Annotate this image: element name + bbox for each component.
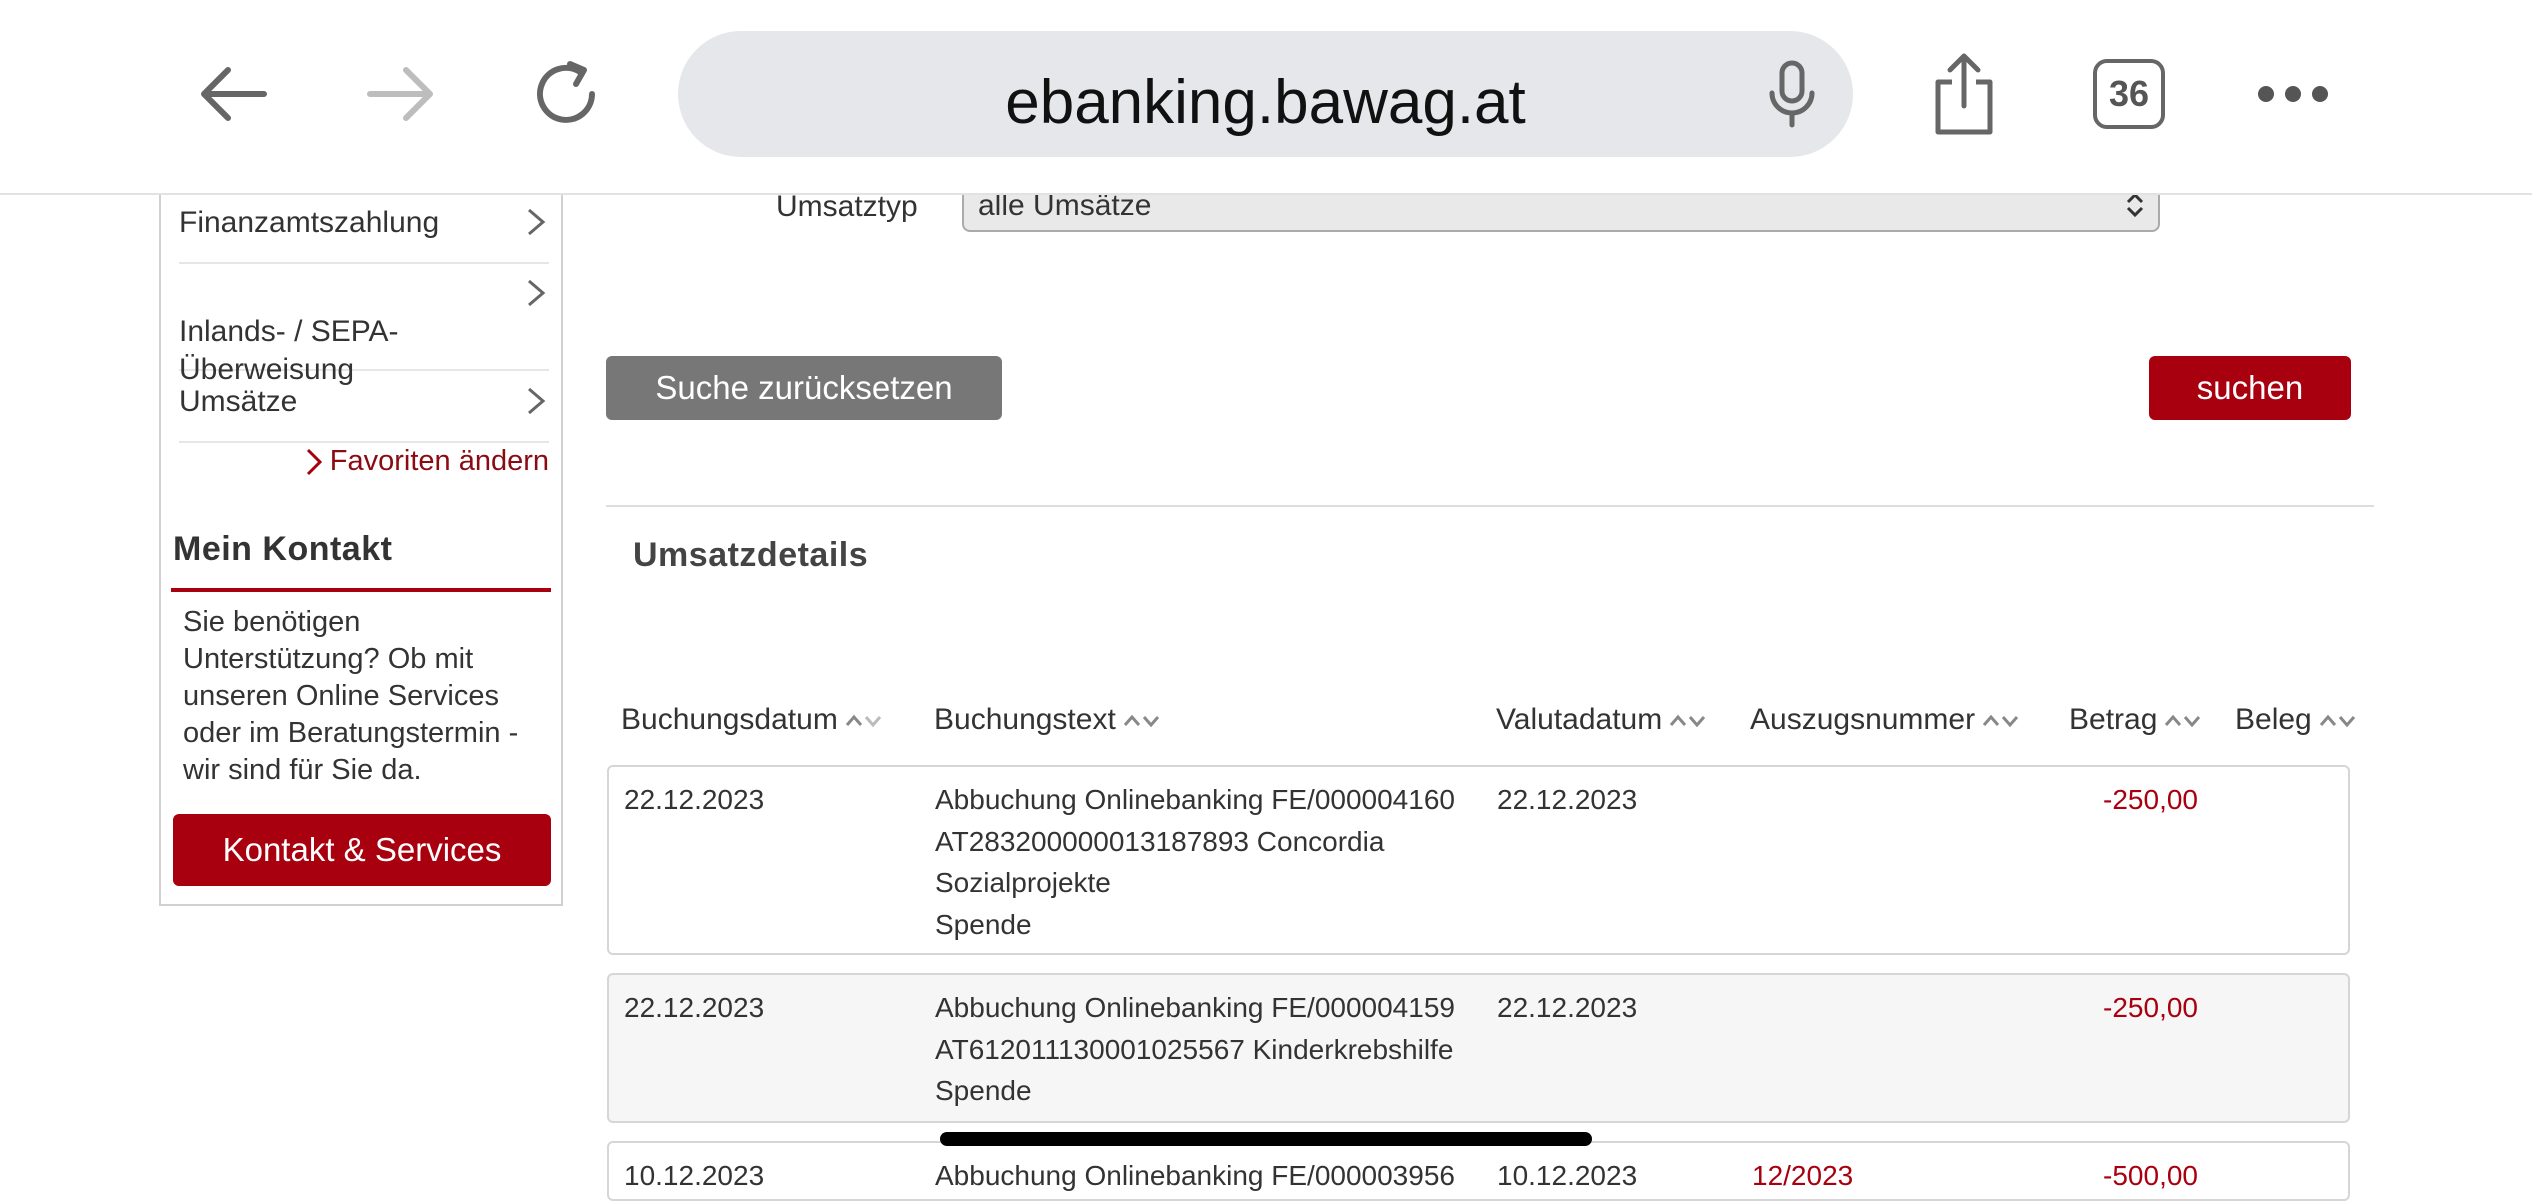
booking-text-line: Abbuchung Onlinebanking FE/000003956	[935, 1160, 1455, 1191]
column-header-label: Buchungsdatum	[621, 703, 838, 736]
booking-date-cell: 10.12.2023	[624, 1160, 765, 1191]
sort-icon[interactable]	[844, 709, 884, 731]
sort-icon[interactable]	[1122, 709, 1162, 731]
column-header-receipt[interactable]: Beleg	[2235, 703, 2358, 737]
booking-text-line: Sozialprojekte	[935, 867, 1111, 898]
column-header-amount[interactable]: Betrag	[2069, 703, 2203, 737]
transaction-row[interactable]: 10.12.2023 Abbuchung Onlinebanking FE/00…	[607, 1141, 2350, 1201]
column-header-booking-text[interactable]: Buchungstext	[934, 703, 1162, 737]
value-date-cell: 22.12.2023	[1497, 992, 1638, 1023]
contact-services-button[interactable]: Kontakt & Services	[173, 814, 551, 886]
value-date-cell: 10.12.2023	[1497, 1160, 1638, 1191]
sidebar: Finanzamtszahlung Inlands- / SEPA- Überw…	[159, 160, 563, 906]
sort-icon[interactable]	[2318, 709, 2358, 731]
share-icon[interactable]	[1928, 52, 2000, 138]
booking-text-line: AT283200000013187893 Concordia	[935, 825, 1385, 857]
browser-toolbar: ebanking.bawag.at 36	[0, 0, 2532, 195]
amount-cell: -250,00	[2103, 992, 2198, 1023]
sidebar-item-ueberweisung[interactable]: Inlands- / SEPA- Überweisung	[179, 275, 549, 386]
transaction-row[interactable]: 22.12.2023 Abbuchung Onlinebanking FE/00…	[607, 973, 2350, 1123]
sidebar-item-umsaetze[interactable]: Umsätze	[179, 383, 549, 443]
reset-search-button[interactable]: Suche zurücksetzen	[606, 356, 1002, 420]
contact-title: Mein Kontakt	[173, 530, 393, 568]
favorites-edit-label: Favoriten ändern	[329, 445, 549, 477]
forward-arrow-icon[interactable]	[364, 58, 436, 130]
chevron-right-icon	[306, 448, 322, 475]
search-button[interactable]: suchen	[2149, 356, 2351, 420]
column-header-booking-date[interactable]: Buchungsdatum	[621, 703, 884, 737]
sort-icon[interactable]	[1981, 709, 2021, 731]
column-header-statement-number[interactable]: Auszugsnummer	[1750, 703, 2021, 737]
contact-text: Sie benötigen Unterstützung? Ob mit unse…	[183, 606, 519, 786]
booking-text-cell: Abbuchung Onlinebanking FE/000004159 AT6…	[935, 987, 1455, 1112]
booking-text-line: Abbuchung Onlinebanking FE/000004159	[935, 992, 1455, 1023]
sidebar-item-label: Inlands- / SEPA- Überweisung	[179, 315, 399, 386]
sidebar-item-label: Umsätze	[179, 385, 298, 418]
section-divider	[606, 505, 2374, 507]
booking-text-line: Spende	[935, 1075, 1032, 1106]
booking-text-line: Spende	[935, 908, 1032, 940]
sort-icon[interactable]	[2163, 709, 2203, 731]
booking-date-cell: 22.12.2023	[624, 992, 765, 1023]
address-bar[interactable]: ebanking.bawag.at	[678, 31, 1853, 157]
chevron-right-icon	[528, 208, 546, 236]
reload-icon[interactable]	[530, 58, 602, 130]
column-header-label: Betrag	[2069, 703, 2158, 736]
transaction-row[interactable]: 22.12.2023 Abbuchung Onlinebanking FE/00…	[607, 765, 2350, 955]
chevron-right-icon	[528, 279, 546, 307]
microphone-icon[interactable]	[1764, 59, 1820, 129]
sidebar-item-finanzamtszahlung[interactable]: Finanzamtszahlung	[179, 204, 549, 264]
favorites-edit-link[interactable]: Favoriten ändern	[306, 445, 549, 478]
chevron-right-icon	[528, 387, 546, 415]
home-indicator[interactable]	[940, 1132, 1592, 1146]
column-header-value-date[interactable]: Valutadatum	[1496, 703, 1708, 737]
more-icon[interactable]	[2258, 80, 2328, 108]
back-arrow-icon[interactable]	[198, 58, 270, 130]
tabs-icon[interactable]: 36	[2093, 59, 2165, 129]
amount-cell: -500,00	[2103, 1160, 2198, 1191]
booking-text-cell: Abbuchung Onlinebanking FE/000003956	[935, 1155, 1455, 1197]
booking-text-line: Abbuchung Onlinebanking FE/000004160	[935, 784, 1455, 815]
booking-text-line: AT612011130001025567 Kinderkrebshilfe	[935, 1033, 1454, 1065]
amount-cell: -250,00	[2103, 784, 2198, 815]
sidebar-item-label: Finanzamtszahlung	[179, 206, 440, 239]
booking-text-cell: Abbuchung Onlinebanking FE/000004160 AT2…	[935, 779, 1455, 945]
transaction-type-label: Umsatztyp	[776, 190, 918, 223]
value-date-cell: 22.12.2023	[1497, 784, 1638, 815]
contact-divider	[171, 588, 551, 592]
url-text: ebanking.bawag.at	[1005, 68, 1526, 137]
column-header-label: Auszugsnummer	[1750, 703, 1976, 736]
statement-number-cell: 12/2023	[1752, 1160, 1854, 1191]
transaction-details-title: Umsatzdetails	[633, 536, 869, 574]
column-header-label: Buchungstext	[934, 703, 1116, 736]
column-header-label: Beleg	[2235, 703, 2312, 736]
sort-icon[interactable]	[1668, 709, 1708, 731]
booking-date-cell: 22.12.2023	[624, 784, 765, 815]
column-header-label: Valutadatum	[1496, 703, 1663, 736]
